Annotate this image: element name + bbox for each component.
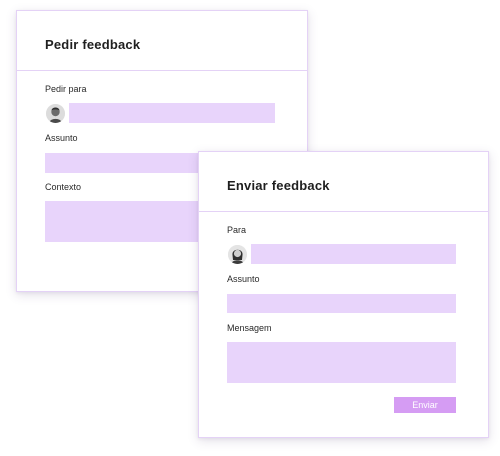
avatar [46, 104, 65, 123]
send-feedback-title: Enviar feedback [227, 178, 330, 193]
send-button[interactable]: Enviar [394, 397, 456, 413]
send-feedback-card: Enviar feedback Para Assunto Mensagem En… [198, 151, 489, 438]
send-subject-label: Assunto [227, 274, 260, 284]
ask-for-label: Pedir para [45, 84, 87, 94]
request-feedback-header: Pedir feedback [17, 11, 307, 71]
avatar [228, 245, 247, 264]
message-label: Mensagem [227, 323, 272, 333]
send-feedback-header: Enviar feedback [199, 152, 488, 212]
context-label: Contexto [45, 182, 82, 192]
person-avatar-icon [46, 104, 65, 123]
to-label: Para [227, 225, 247, 235]
ask-for-input[interactable] [69, 103, 275, 123]
to-input[interactable] [251, 244, 456, 264]
request-feedback-title: Pedir feedback [45, 37, 141, 52]
person-avatar-icon [228, 245, 247, 264]
message-textarea[interactable] [227, 342, 456, 383]
send-subject-input[interactable] [227, 294, 456, 313]
request-subject-label: Assunto [45, 133, 78, 143]
